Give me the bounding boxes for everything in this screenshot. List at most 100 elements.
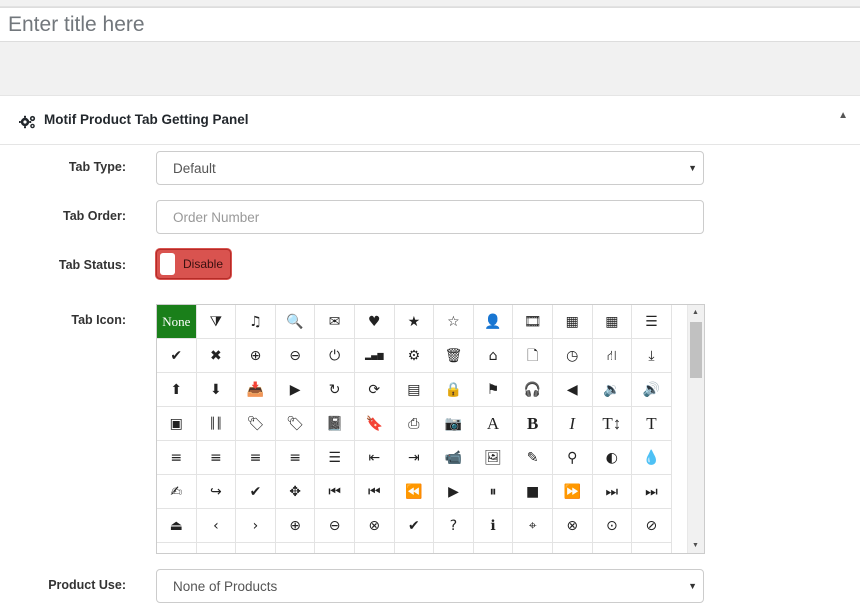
ban-circle-icon[interactable]: ⊘ (632, 509, 672, 543)
icon-option-none[interactable]: None (157, 305, 197, 339)
fast-forward-icon[interactable]: ⏭ (592, 475, 633, 509)
facetime-video-icon[interactable]: 📹 (434, 441, 474, 475)
step-forward-icon[interactable]: ⏭ (632, 475, 672, 509)
chevron-right-icon[interactable]: › (236, 509, 276, 543)
scroll-down-icon[interactable]: ▼ (692, 542, 699, 549)
th-large-icon[interactable]: ▦ (552, 305, 593, 339)
file-icon[interactable]: 🗋 (513, 339, 553, 373)
th-list-icon[interactable]: ☰ (632, 305, 672, 339)
star-icon[interactable]: ★ (394, 305, 435, 339)
icon-option-cell[interactable] (276, 543, 316, 553)
fast-backward-icon[interactable]: ⏮ (354, 475, 395, 509)
info-sign-icon[interactable]: ℹ (473, 509, 514, 543)
screenshot-icon[interactable]: ⌖ (513, 509, 553, 543)
th-icon[interactable]: ▦ (592, 305, 633, 339)
backward-icon[interactable]: ⏪ (394, 475, 435, 509)
play-icon[interactable]: ▶ (434, 475, 474, 509)
remove-circle-icon[interactable]: ⊗ (552, 509, 593, 543)
check-icon[interactable]: ✔ (236, 475, 276, 509)
share-icon[interactable]: ↪ (196, 475, 237, 509)
remove-sign-icon[interactable]: ⊗ (354, 509, 395, 543)
user-icon[interactable]: 👤 (473, 305, 514, 339)
off-icon[interactable]: ⏻ (315, 339, 355, 373)
product-use-select[interactable]: None of Products ▼ (156, 569, 704, 603)
list-icon[interactable]: ☰ (315, 441, 355, 475)
signal-icon[interactable]: ▂▄▆ (354, 339, 395, 373)
tab-type-select[interactable]: Default ▼ (156, 151, 704, 185)
ok-icon[interactable]: ✔ (157, 339, 197, 373)
icon-option-cell[interactable] (395, 543, 435, 553)
barcode-icon[interactable]: ║║ (196, 407, 237, 441)
step-backward-icon[interactable]: ⏮ (315, 475, 355, 509)
scroll-up-icon[interactable]: ▲ (692, 309, 699, 316)
minus-sign-icon[interactable]: ⊖ (315, 509, 355, 543)
headphones-icon[interactable]: 🎧 (513, 373, 553, 407)
icon-option-cell[interactable] (553, 543, 593, 553)
download-icon[interactable]: ⬇ (196, 373, 237, 407)
scrollbar[interactable]: ▲ ▼ (687, 305, 704, 553)
icon-option-cell[interactable] (197, 543, 237, 553)
question-sign-icon[interactable]: ? (434, 509, 474, 543)
upload-icon[interactable]: ⬆ (157, 373, 197, 407)
tint-icon[interactable]: 💧 (632, 441, 672, 475)
film-icon[interactable]: 🎞 (513, 305, 553, 339)
inbox-icon[interactable]: 📥 (236, 373, 276, 407)
camera-icon[interactable]: 📷 (434, 407, 474, 441)
play-circle-icon[interactable]: ▶ (275, 373, 316, 407)
align-right-icon[interactable]: ≡ (236, 441, 276, 475)
chevron-left-icon[interactable]: ‹ (196, 509, 237, 543)
eject-icon[interactable]: ⏏ (157, 509, 197, 543)
icon-option-cell[interactable] (593, 543, 633, 553)
time-icon[interactable]: ◷ (552, 339, 593, 373)
indent-right-icon[interactable]: ⇥ (394, 441, 435, 475)
icon-option-cell[interactable] (513, 543, 553, 553)
filter-icon[interactable]: ⧩ (196, 305, 237, 339)
icon-option-cell[interactable] (355, 543, 395, 553)
bold-icon[interactable]: B (513, 407, 553, 441)
zoom-out-icon[interactable]: ⊖ (275, 339, 316, 373)
heart-icon[interactable]: ♥ (354, 305, 395, 339)
tab-status-toggle[interactable]: Disable (156, 249, 231, 279)
triangle-up-icon[interactable]: ▲ (838, 110, 848, 121)
icon-option-cell[interactable] (474, 543, 514, 553)
font-icon[interactable]: A (473, 407, 514, 441)
align-center-icon[interactable]: ≡ (196, 441, 237, 475)
volume-up-icon[interactable]: 🔊 (632, 373, 672, 407)
refresh-icon[interactable]: ⟳ (354, 373, 395, 407)
pencil-icon[interactable]: ✎ (513, 441, 553, 475)
tag-icon[interactable]: 🏷 (236, 407, 276, 441)
music-icon[interactable]: ♫ (236, 305, 276, 339)
plus-sign-icon[interactable]: ⊕ (275, 509, 316, 543)
ok-circle-icon[interactable]: ⊙ (592, 509, 633, 543)
panel-header[interactable]: Motif Product Tab Getting Panel ▲ (0, 96, 860, 145)
italic-icon[interactable]: I (552, 407, 593, 441)
ok-sign-icon[interactable]: ✔ (394, 509, 435, 543)
download-alt-icon[interactable]: ⤓ (632, 339, 672, 373)
map-marker-icon[interactable]: ⚲ (552, 441, 593, 475)
zoom-in-icon[interactable]: ⊕ (236, 339, 276, 373)
scroll-thumb[interactable] (690, 322, 702, 378)
cog-icon[interactable]: ⚙ (394, 339, 435, 373)
title-input[interactable] (0, 7, 860, 42)
tags-icon[interactable]: 🏷 (275, 407, 316, 441)
tab-order-input[interactable] (156, 200, 704, 234)
pause-icon[interactable]: ⏸ (473, 475, 514, 509)
star-empty-icon[interactable]: ☆ (434, 305, 474, 339)
indent-left-icon[interactable]: ⇤ (354, 441, 395, 475)
align-justify-icon[interactable]: ≡ (275, 441, 316, 475)
text-width-icon[interactable]: T (632, 407, 672, 441)
forward-icon[interactable]: ⏩ (552, 475, 593, 509)
volume-off-icon[interactable]: ◀ (552, 373, 593, 407)
bookmark-icon[interactable]: 🔖 (354, 407, 395, 441)
flag-icon[interactable]: ⚑ (473, 373, 514, 407)
search-icon[interactable]: 🔍 (275, 305, 316, 339)
qrcode-icon[interactable]: ▣ (157, 407, 197, 441)
volume-down-icon[interactable]: 🔉 (592, 373, 633, 407)
repeat-icon[interactable]: ↻ (315, 373, 355, 407)
lock-icon[interactable]: 🔒 (434, 373, 474, 407)
stop-icon[interactable]: ■ (513, 475, 553, 509)
print-icon[interactable]: ⎙ (394, 407, 435, 441)
icon-option-cell[interactable] (434, 543, 474, 553)
icon-option-cell[interactable] (157, 543, 197, 553)
align-left-icon[interactable]: ≡ (157, 441, 197, 475)
